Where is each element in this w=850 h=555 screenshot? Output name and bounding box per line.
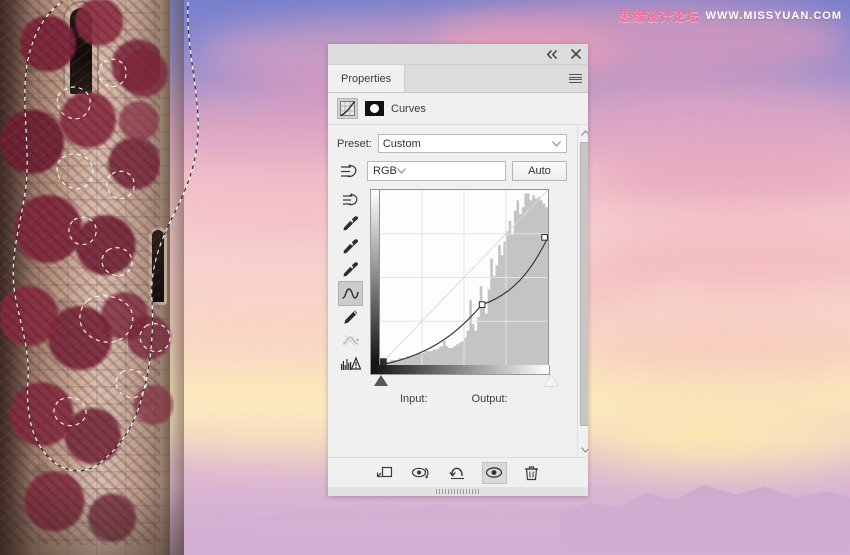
tower-base-shadow <box>0 485 184 555</box>
blackpoint-whitepoint-sliders <box>374 375 558 389</box>
input-gradient-bar <box>370 365 550 375</box>
panel-body: Preset: Custom RGB Auto Input: Output: <box>328 125 588 457</box>
preset-label: Preset: <box>337 137 372 150</box>
on-image-adjustment-icon[interactable] <box>339 189 362 212</box>
preset-select[interactable]: Custom <box>377 134 567 153</box>
toggle-preview-previous-state-icon[interactable] <box>410 463 433 483</box>
input-output-readouts: Input: Output: <box>400 393 588 405</box>
curve-plot-svg <box>380 190 548 365</box>
curve-point-tool-icon[interactable] <box>338 281 363 306</box>
curve-control-point[interactable] <box>478 301 486 308</box>
black-point-slider[interactable] <box>374 375 388 386</box>
curves-controls: Preset: Custom RGB Auto Input: Output: <box>328 125 577 457</box>
panel-resize-grip[interactable] <box>328 487 588 496</box>
eyedropper-white-point-icon[interactable] <box>339 258 362 281</box>
output-label: Output: <box>471 393 508 405</box>
preset-row: Preset: Custom <box>328 131 577 154</box>
curve-plot[interactable] <box>379 189 549 366</box>
cloud-streak <box>560 85 850 145</box>
scroll-up-arrow-icon[interactable] <box>578 125 588 140</box>
collapse-panel-icon[interactable] <box>546 48 559 61</box>
pencil-draw-curve-icon[interactable] <box>339 306 362 329</box>
auto-button[interactable]: Auto <box>512 161 567 181</box>
input-label: Input: <box>400 393 428 405</box>
scroll-down-arrow-icon[interactable] <box>578 442 588 457</box>
curve-control-point[interactable] <box>541 234 548 241</box>
curves-grid-icon[interactable] <box>337 98 358 119</box>
close-icon[interactable] <box>569 48 582 61</box>
clip-to-layer-icon[interactable] <box>374 463 397 483</box>
adjustment-title: Curves <box>391 102 426 115</box>
channel-value: RGB <box>373 165 397 177</box>
delete-adjustment-layer-icon[interactable] <box>520 463 543 483</box>
watermark: 思缘设计论坛 WWW.MISSYUAN.COM <box>618 6 842 26</box>
eyedropper-gray-point-icon[interactable] <box>339 235 362 258</box>
adjustment-header: Curves <box>328 93 588 125</box>
tab-properties[interactable]: Properties <box>328 65 406 92</box>
watermark-url-text: WWW.MISSYUAN.COM <box>705 9 842 22</box>
chevron-down-icon <box>552 140 561 147</box>
panel-tab-bar: Properties <box>328 65 588 93</box>
curves-tool-strip <box>337 189 364 375</box>
channel-row: RGB Auto <box>328 154 577 183</box>
stone-tower <box>0 0 184 555</box>
smooth-curve-icon <box>339 329 362 352</box>
scrollbar-thumb[interactable] <box>580 142 588 426</box>
channel-select[interactable]: RGB <box>367 161 506 181</box>
toggle-layer-visibility-icon[interactable] <box>481 461 507 484</box>
white-point-slider[interactable] <box>544 375 558 386</box>
ivy-branch <box>128 300 174 450</box>
properties-panel: Properties Curves Preset: Custom RGB Aut… <box>328 44 588 496</box>
grip-lines <box>436 489 480 494</box>
panel-footer-toolbar <box>328 457 588 487</box>
preset-value: Custom <box>382 137 421 150</box>
panel-titlebar[interactable] <box>328 44 588 65</box>
chevron-down-icon <box>396 168 406 174</box>
curve-control-point[interactable] <box>380 358 387 365</box>
tab-properties-label: Properties <box>341 72 392 85</box>
ivy-branch <box>118 25 170 145</box>
screenshot-canvas: 思缘设计论坛 WWW.MISSYUAN.COM Properties Curve… <box>0 0 850 555</box>
reset-adjustment-icon[interactable] <box>446 463 469 483</box>
panel-vertical-scrollbar[interactable] <box>577 125 588 457</box>
on-image-adjust-icon[interactable] <box>337 162 361 180</box>
curve-editor-area: Input: Output: <box>328 189 577 405</box>
watermark-chinese-text: 思缘设计论坛 <box>618 10 700 25</box>
histogram-clipping-warning-icon[interactable] <box>339 352 362 375</box>
layer-mask-thumbnail-icon[interactable] <box>365 101 384 116</box>
hamburger-menu-icon[interactable] <box>562 65 588 92</box>
auto-button-label: Auto <box>528 165 551 177</box>
scrollbar-track[interactable] <box>578 140 588 442</box>
eyedropper-black-point-icon[interactable] <box>339 212 362 235</box>
tab-bar-empty-area <box>405 65 562 92</box>
